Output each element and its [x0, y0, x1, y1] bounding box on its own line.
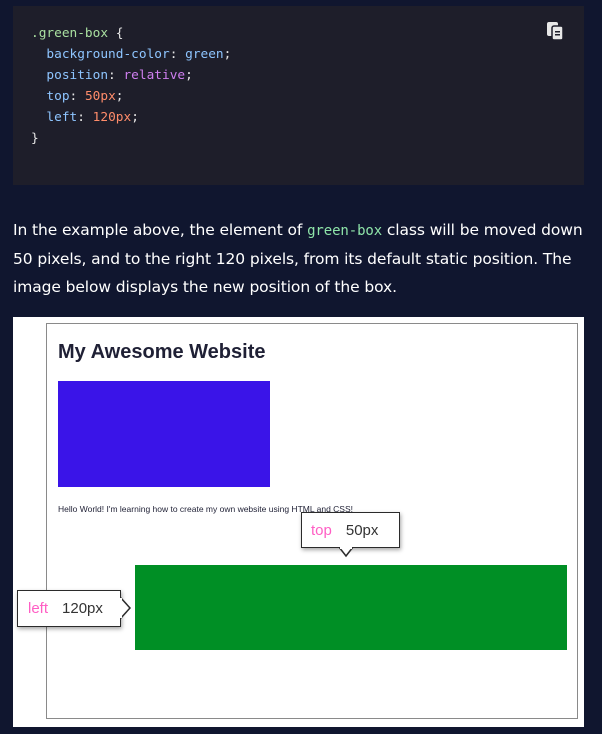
tooltip-arrow-down-icon: [339, 547, 353, 558]
code-token: :: [77, 110, 93, 125]
explanation-paragraph: In the example above, the element of gre…: [13, 216, 593, 301]
code-line: position: relative;: [31, 65, 231, 86]
tooltip-arrow-right-icon: [120, 597, 132, 619]
code-token: top: [31, 89, 70, 104]
code-token: .green-box: [31, 26, 109, 41]
code-token: :: [69, 89, 85, 104]
code-token: 120px: [92, 110, 132, 125]
code-line: left: 120px;: [31, 107, 231, 128]
code-token: ;: [115, 89, 124, 104]
left-offset-tooltip: left 120px: [17, 590, 121, 627]
code-token: relative: [123, 68, 186, 83]
site-title: My Awesome Website: [58, 341, 266, 363]
copy-icon[interactable]: [546, 21, 564, 41]
code-line: background-color: green;: [31, 44, 231, 65]
code-token: ;: [185, 68, 193, 83]
code-content: .green-box { background-color: green; po…: [31, 23, 231, 149]
blue-box: [58, 381, 270, 487]
code-token: :: [169, 47, 186, 62]
code-token: ;: [131, 110, 139, 125]
code-block: .green-box { background-color: green; po…: [13, 6, 584, 185]
green-box: [135, 565, 567, 650]
code-token: {: [108, 26, 124, 41]
code-line: top: 50px;: [31, 86, 231, 107]
code-token: ;: [223, 47, 232, 62]
paragraph-text-before: In the example above, the element of: [13, 221, 308, 239]
top-offset-tooltip: top 50px: [301, 512, 400, 548]
code-line: .green-box {: [31, 23, 231, 44]
top-value: 50px: [345, 521, 379, 539]
code-token: 50px: [84, 89, 116, 104]
inline-code: green-box: [307, 223, 383, 239]
code-token: position: [31, 68, 109, 83]
top-keyword: top: [311, 521, 332, 539]
left-value: 120px: [62, 600, 103, 617]
code-token: left: [31, 110, 78, 125]
code-token: green: [185, 47, 224, 62]
code-token: }: [31, 131, 39, 146]
left-keyword: left: [28, 600, 49, 617]
code-line: }: [31, 128, 231, 149]
position-illustration: My Awesome Website Hello World! I'm lear…: [13, 317, 584, 727]
code-token: background-color: [31, 47, 170, 62]
code-token: :: [108, 68, 124, 83]
